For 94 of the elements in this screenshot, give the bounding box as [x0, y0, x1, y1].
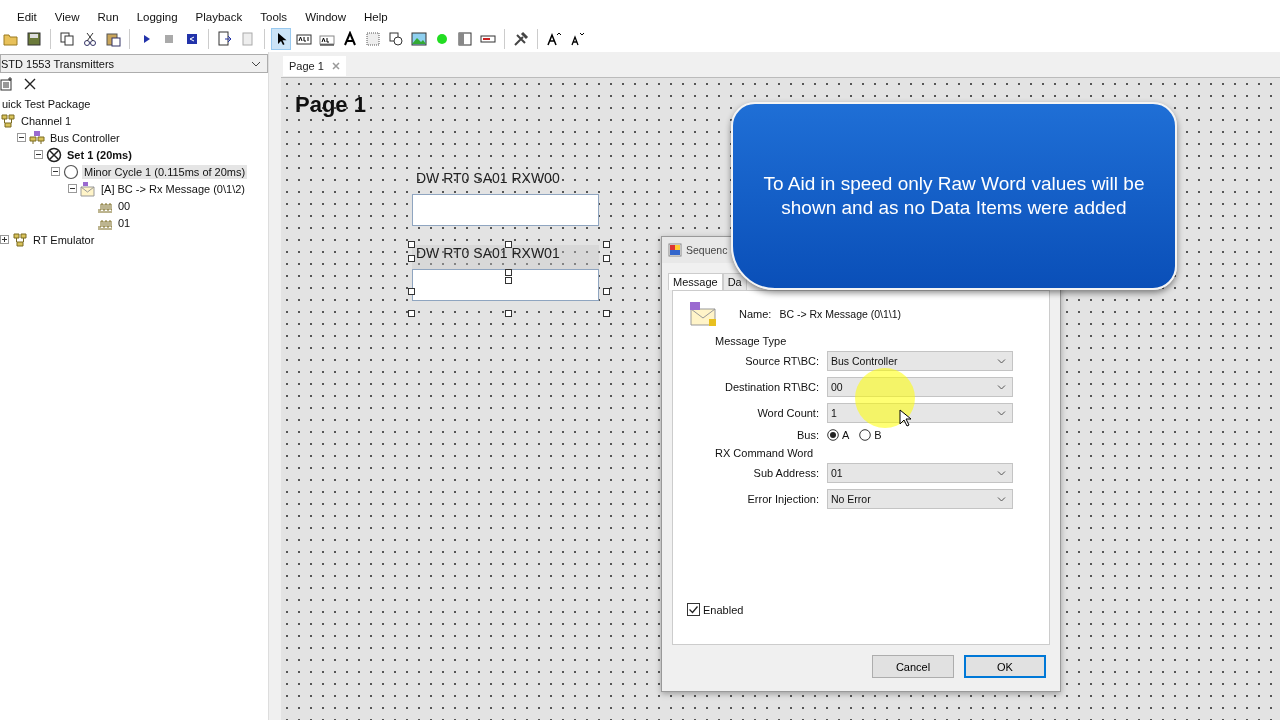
collapse-icon[interactable] — [51, 167, 60, 176]
radio-button[interactable]: B — [859, 429, 882, 441]
menu-item[interactable]: Playback — [186, 8, 252, 26]
chevron-down-icon — [997, 496, 1006, 502]
export-icon[interactable] — [217, 31, 233, 47]
set-icon — [46, 146, 62, 163]
collapse-icon[interactable] — [17, 133, 26, 142]
mouse-pointer-icon — [899, 409, 911, 427]
name-value: BC -> Rx Message (0\1\1) — [779, 308, 902, 320]
cut-icon[interactable] — [82, 31, 98, 47]
menu-item[interactable]: Run — [88, 8, 128, 26]
network-icon — [0, 112, 16, 129]
field-label: Sub Address: — [752, 467, 819, 479]
ok-button[interactable]: OK — [964, 655, 1046, 678]
field-label: Source RT\BC: — [744, 355, 819, 367]
field-label: Word Count: — [756, 407, 819, 419]
radio-icon[interactable] — [859, 429, 872, 441]
envelope-icon — [689, 301, 717, 327]
chevron-down-icon — [251, 60, 261, 67]
panel-dropdown[interactable]: STD 1553 Transmitters — [0, 54, 268, 73]
widget-label: DW RT0 SA01 RXW01 — [415, 245, 560, 263]
cursor-highlight — [855, 368, 915, 428]
decrease-font-icon[interactable] — [569, 31, 585, 47]
tree-item[interactable]: Minor Cycle 1 (0.115ms of 20ms) — [82, 164, 248, 179]
dropdown-field[interactable]: 01 — [827, 463, 1013, 483]
tools-icon[interactable] — [513, 31, 529, 47]
menu-item[interactable]: Edit — [8, 8, 46, 26]
increase-font-icon[interactable] — [546, 31, 562, 47]
dialog-tab[interactable]: Message — [668, 273, 723, 290]
section-title: RX Command Word — [715, 447, 815, 459]
font-icon[interactable] — [342, 31, 358, 47]
message-icon — [80, 180, 96, 197]
tree-item[interactable]: Channel 1 — [19, 113, 74, 128]
dropdown-field[interactable]: 1 — [827, 403, 1013, 423]
cycle-icon — [63, 163, 79, 180]
tree-item[interactable]: 00 — [116, 198, 133, 213]
network-icon — [12, 231, 28, 248]
tree-item[interactable]: Set 1 (20ms) — [65, 147, 134, 162]
field-label: Name: — [739, 308, 772, 320]
field-label: Destination RT\BC: — [724, 381, 819, 393]
document-tab[interactable]: Page 1 — [283, 56, 346, 76]
section-title: Message Type — [715, 335, 788, 347]
dropdown-field[interactable]: Bus Controller — [827, 351, 1013, 371]
menu-item[interactable]: Help — [355, 8, 397, 26]
radio-selected-icon[interactable] — [827, 429, 839, 441]
tree-item[interactable]: Bus Controller — [48, 130, 122, 145]
field-label: Bus: — [796, 429, 819, 441]
image-tool-icon[interactable] — [411, 31, 427, 47]
page-title: Page 1 — [295, 92, 366, 118]
chevron-down-icon — [997, 410, 1006, 416]
tree-item[interactable]: RT Emulator — [31, 232, 97, 247]
properties-icon[interactable] — [0, 77, 14, 91]
chevron-down-icon — [997, 358, 1006, 364]
resize-handle[interactable] — [408, 288, 415, 295]
panel-tool-icon[interactable] — [457, 31, 473, 47]
collapse-icon[interactable] — [68, 184, 77, 193]
menu-item[interactable]: Window — [296, 8, 356, 26]
save-icon[interactable] — [26, 31, 42, 47]
resize-handle[interactable] — [505, 241, 512, 248]
cancel-button[interactable]: Cancel — [872, 655, 954, 678]
group-tool-icon[interactable] — [388, 31, 404, 47]
expand-icon[interactable] — [0, 235, 9, 244]
menu-item[interactable]: View — [45, 8, 89, 26]
bus-controller-icon — [29, 129, 45, 146]
step-icon[interactable] — [184, 31, 200, 47]
checkbox-label: Enabled — [703, 603, 744, 616]
dialog-title: Sequenc — [686, 244, 728, 256]
tree-item[interactable]: [A] BC -> Rx Message (0\1\2) — [99, 181, 247, 196]
resize-handle[interactable] — [603, 310, 610, 317]
paste-icon[interactable] — [105, 31, 121, 47]
resize-handle[interactable] — [505, 310, 512, 317]
widget-label: DW RT0 SA01 RXW00 — [415, 170, 560, 188]
menu-item[interactable]: Tools — [251, 8, 297, 26]
chevron-down-icon — [997, 384, 1006, 390]
checkbox-checked-icon[interactable] — [687, 603, 700, 616]
open-folder-icon[interactable] — [3, 31, 19, 47]
label-tool-icon[interactable] — [296, 31, 312, 47]
resize-handle[interactable] — [603, 288, 610, 295]
callout-text: To Aid in speed only Raw Word values will be shown and as no Data Items were added — [762, 172, 1146, 220]
app-icon — [668, 243, 682, 257]
frame-tool-icon[interactable] — [365, 31, 381, 47]
dropdown-field[interactable]: 00 — [827, 377, 1013, 397]
chevron-down-icon — [997, 470, 1006, 476]
field-label: Error Injection: — [746, 493, 819, 505]
tree-item[interactable]: 01 — [116, 215, 133, 230]
dropdown-field[interactable]: No Error — [827, 489, 1013, 509]
resize-handle[interactable] — [408, 310, 415, 317]
tree-item[interactable]: uick Test Package — [0, 96, 93, 111]
collapse-icon[interactable] — [34, 150, 43, 159]
radio-button[interactable]: A — [827, 429, 850, 441]
copy-icon[interactable] — [59, 31, 75, 47]
close-icon[interactable] — [24, 78, 36, 90]
display-widget[interactable]: DW RT0 SA01 RXW00 — [412, 170, 599, 226]
menu-item[interactable]: Logging — [127, 8, 187, 26]
